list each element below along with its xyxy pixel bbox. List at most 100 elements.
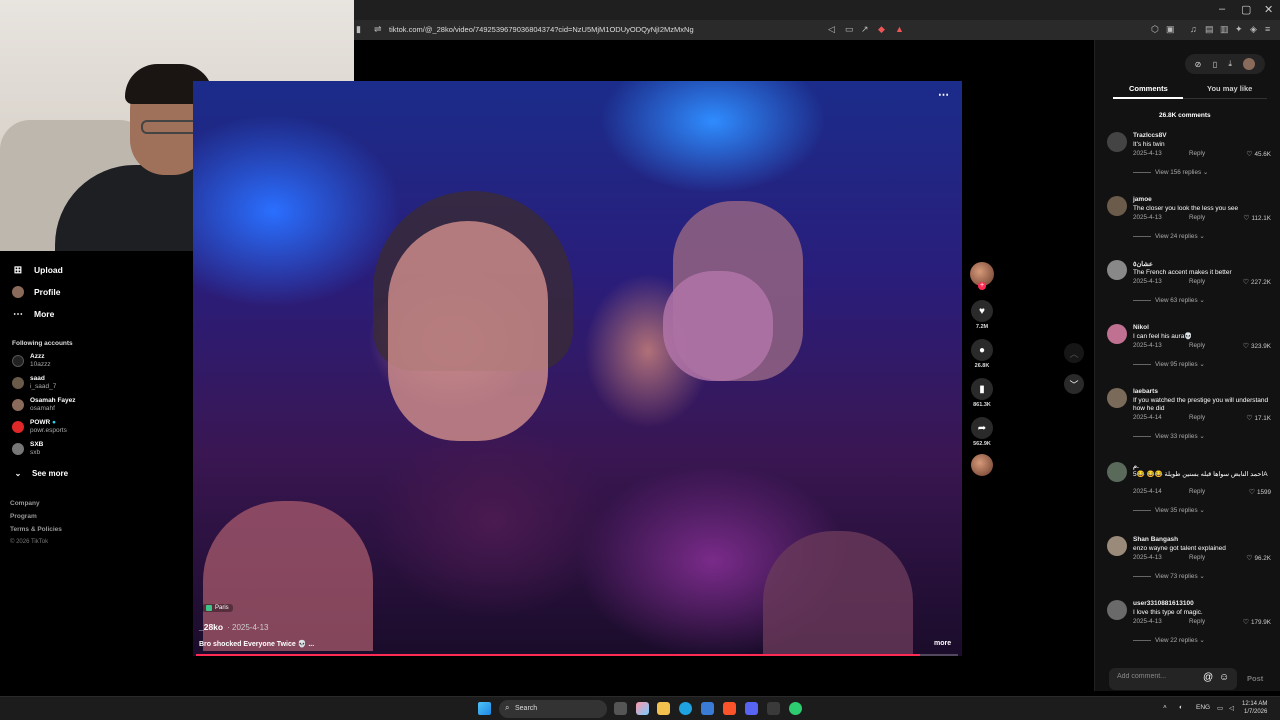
like-button[interactable]: ♥ 7.2M [968,300,996,330]
comment-button[interactable]: ● 26.8K [968,339,996,369]
leo-icon[interactable]: ✦ [1235,24,1243,35]
spotify-icon[interactable] [789,702,802,715]
download-icon[interactable]: ⤓ [1228,59,1232,69]
tab-you-may-like[interactable]: You may like [1207,84,1252,93]
commenter-avatar[interactable] [1107,324,1127,344]
commenter-name[interactable]: Nikol [1133,324,1149,331]
menu-icon[interactable]: ≡ [1265,24,1270,34]
nav-upload[interactable]: ⊞ Upload [12,264,63,276]
mute-tab-icon[interactable]: ◁ [828,24,835,35]
view-replies-button[interactable]: View 63 replies ⌄ [1133,297,1205,304]
add-comment-input[interactable] [1117,673,1197,680]
tab-comments[interactable]: Comments [1129,84,1168,93]
store-icon[interactable] [701,702,714,715]
compass-icon[interactable]: ⊘ [1195,60,1202,69]
sidebar-icon[interactable]: ▤ [1205,24,1214,35]
reply-button[interactable]: Reply [1189,214,1205,221]
commenter-name[interactable]: عشان٥ [1133,260,1153,268]
following-account[interactable]: saad i_saad_7 [12,375,56,391]
minimize-icon[interactable]: – [1219,3,1225,15]
view-replies-button[interactable]: View 156 replies ⌄ [1133,169,1208,176]
comment-like-button[interactable]: ♡ 323.9K [1243,342,1271,350]
clock[interactable]: 12:14 AM 1/7/2026 [1242,700,1267,716]
comment-like-button[interactable]: ♡ 96.2K [1246,554,1271,562]
commenter-name[interactable]: laebarts [1133,388,1158,395]
comment-like-button[interactable]: ♡ 17.1K [1246,414,1271,422]
address-bar[interactable]: ▮ ⇌ tiktok.com/@_28ko/video/749253967903… [354,20,1280,40]
music-disc-button[interactable] [968,454,996,476]
footer-program[interactable]: Program [10,513,37,520]
commenter-name[interactable]: jamoe [1133,196,1152,203]
following-account[interactable]: Osamah Fayez osamahf [12,397,76,413]
view-replies-button[interactable]: View 73 replies ⌄ [1133,573,1205,580]
view-replies-button[interactable]: View 24 replies ⌄ [1133,233,1205,240]
task-view-icon[interactable] [614,702,627,715]
next-video-button[interactable]: ﹀ [1064,374,1084,394]
commenter-avatar[interactable] [1107,388,1127,408]
video-player[interactable] [193,81,962,656]
close-icon[interactable]: ✕ [1264,3,1273,16]
wallet-icon[interactable]: ▣ [1166,24,1175,35]
following-account[interactable]: SXB sxb [12,441,43,457]
see-more-button[interactable]: ⌄ See more [12,467,68,479]
edge-icon[interactable] [679,702,692,715]
view-replies-button[interactable]: View 33 replies ⌄ [1133,433,1205,440]
file-explorer-icon[interactable] [657,702,670,715]
share-icon[interactable]: ↗ [861,24,869,35]
user-avatar[interactable] [1243,58,1256,70]
footer-company[interactable]: Company [10,500,40,507]
windows-start-icon[interactable] [478,702,491,715]
footer-terms[interactable]: Terms & Policies [10,526,62,533]
brave-shield-icon[interactable]: ◆ [878,24,885,35]
add-comment-box[interactable]: @ ☺ [1109,668,1237,690]
comment-like-button[interactable]: ♡ 112.1K [1243,214,1271,222]
location-tag[interactable]: Paris [202,604,233,612]
volume-icon[interactable]: ◁ [1229,704,1234,712]
save-button[interactable]: ▮ 861.3K [968,378,996,408]
commenter-avatar[interactable] [1107,536,1127,556]
comment-like-button[interactable]: ♡ 1599 [1249,488,1271,496]
vpn-icon[interactable]: ◈ [1250,24,1257,35]
emoji-icon[interactable]: ☺ [1219,672,1229,683]
caption-more-button[interactable]: more [934,640,951,647]
bookmark-icon[interactable]: ▮ [356,24,361,35]
comment-like-button[interactable]: ♡ 45.6K [1246,150,1271,158]
tray-chevron-icon[interactable]: ˄ [1163,704,1167,711]
view-replies-button[interactable]: View 22 replies ⌄ [1133,637,1205,644]
maximize-icon[interactable]: ▢ [1241,3,1251,16]
reply-button[interactable]: Reply [1189,554,1205,561]
commenter-name[interactable]: TrazIccs8V [1133,132,1167,139]
copilot-icon[interactable] [636,702,649,715]
video-progress-bar[interactable] [196,654,958,656]
commenter-avatar[interactable] [1107,132,1127,152]
view-replies-button[interactable]: View 35 replies ⌄ [1133,507,1205,514]
url-text[interactable]: tiktok.com/@_28ko/video/7492539679036804… [389,25,694,34]
commenter-name[interactable]: م. [1133,462,1139,470]
view-replies-button[interactable]: View 95 replies ⌄ [1133,361,1205,368]
nav-profile[interactable]: Profile [12,286,60,298]
discord-icon[interactable] [745,702,758,715]
reply-button[interactable]: Reply [1189,414,1205,421]
post-button[interactable]: Post [1247,674,1263,683]
site-settings-icon[interactable]: ⇌ [374,24,382,35]
cast-icon[interactable]: ▭ [845,24,854,35]
commenter-name[interactable]: user3310881613100 [1133,600,1194,607]
author-name[interactable]: _28ko [199,622,223,632]
commenter-avatar[interactable] [1107,462,1127,482]
commenter-name[interactable]: Shan Bangash [1133,536,1178,543]
language-indicator[interactable]: ENG [1196,704,1210,711]
rewards-icon[interactable]: ▲ [895,24,904,34]
tabs-icon[interactable]: ▥ [1220,24,1229,35]
nav-more[interactable]: ⋯ More [12,308,54,320]
video-options-icon[interactable]: ⋯ [938,88,949,101]
taskbar-search[interactable]: ⌕ Search [499,700,607,718]
network-icon[interactable]: ▭ [1217,704,1223,712]
phone-icon[interactable]: ▯ [1213,60,1217,69]
commenter-avatar[interactable] [1107,600,1127,620]
creator-avatar-button[interactable]: + [968,262,996,290]
commenter-avatar[interactable] [1107,260,1127,280]
media-icon[interactable]: ♫ [1190,24,1197,34]
extensions-icon[interactable]: ⬡ [1151,24,1159,35]
follow-plus-icon[interactable]: + [978,282,986,290]
reply-button[interactable]: Reply [1189,278,1205,285]
